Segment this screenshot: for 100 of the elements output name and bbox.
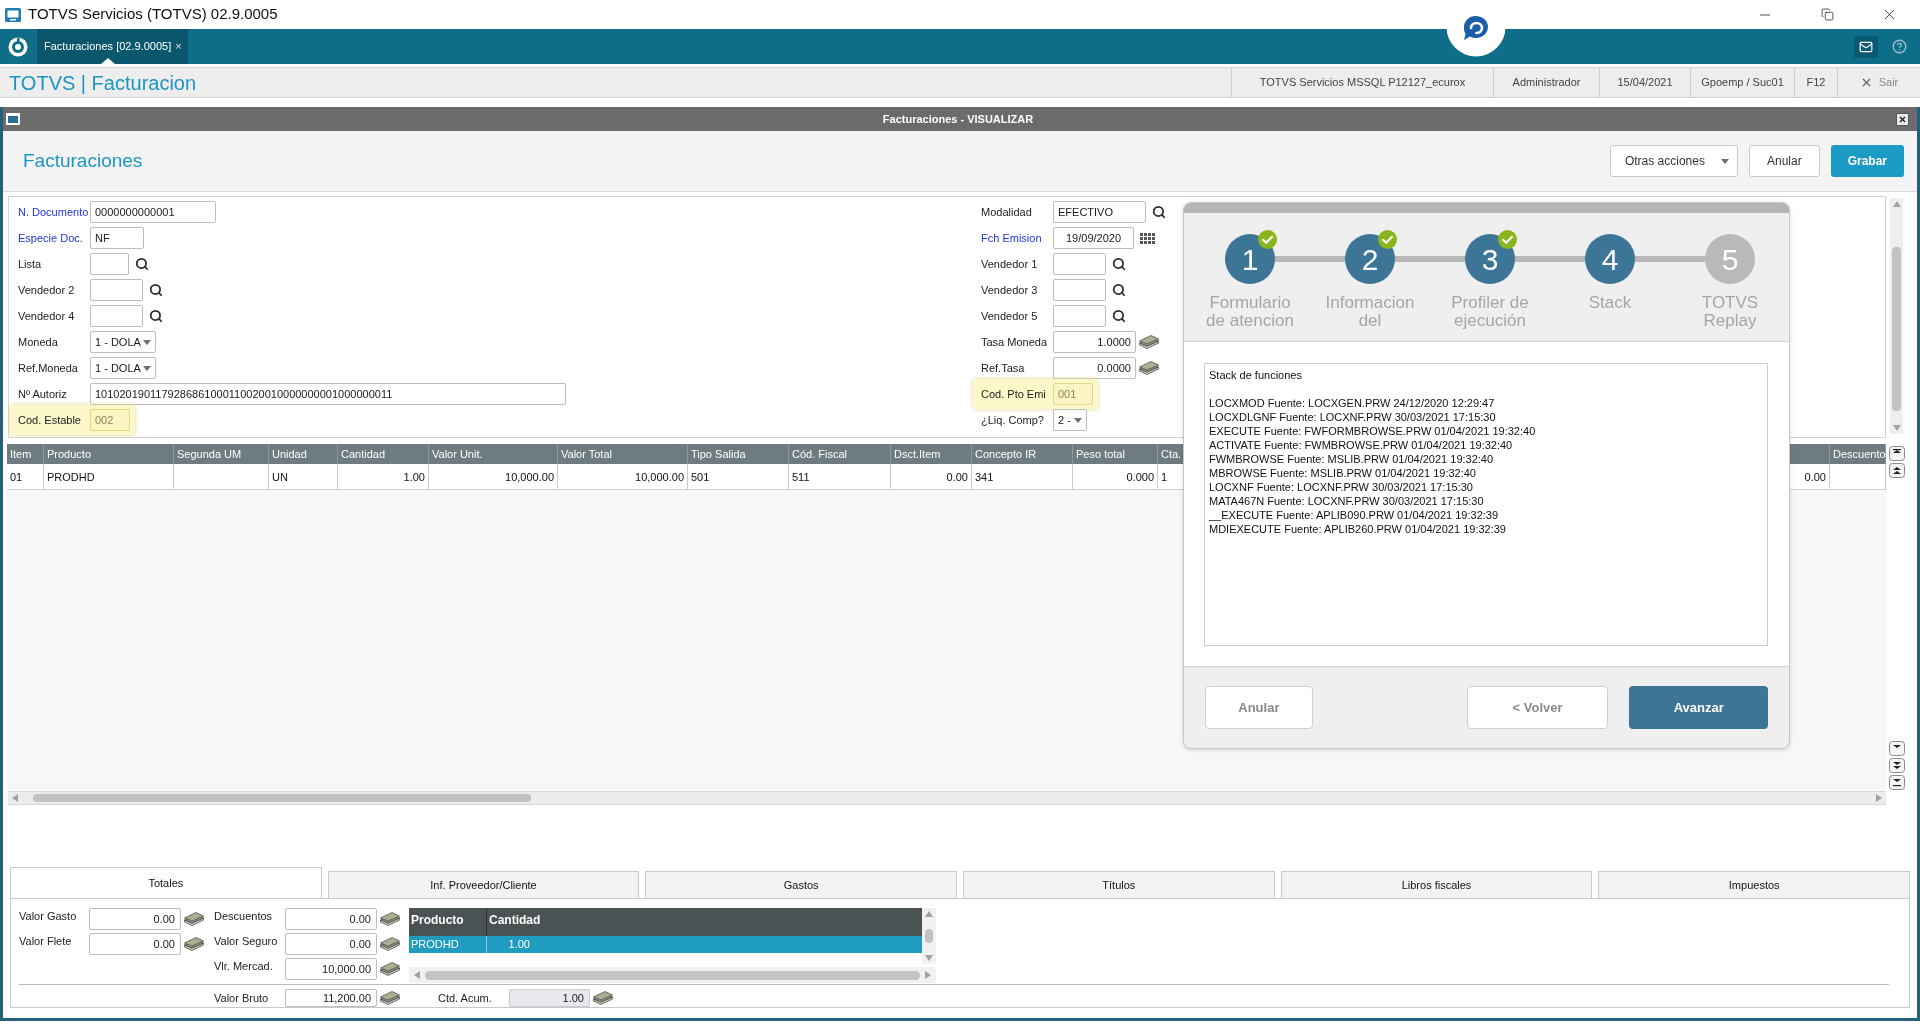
search-icon[interactable] — [135, 257, 149, 271]
tab[interactable]: Libros fiscales — [1280, 871, 1593, 899]
tab[interactable]: Gastos — [645, 871, 957, 899]
tab[interactable]: Totales — [10, 867, 322, 899]
scroll-last-icon[interactable] — [1888, 775, 1905, 790]
input-field[interactable] — [90, 253, 129, 275]
stack-line: MDIEXECUTE Fuente: APLIB260.PRW 01/04/2021 19:32:39 — [1209, 522, 1507, 536]
banknotes-icon[interactable] — [1139, 335, 1159, 349]
scrollbar-thumb[interactable] — [1892, 247, 1901, 411]
tab[interactable]: Títulos — [963, 871, 1275, 899]
stack-line: LOCXNF Fuente: LOCXNF.PRW 30/03/2021 17:15:30 — [1209, 480, 1474, 494]
banknotes-icon[interactable] — [184, 937, 204, 951]
app-tab[interactable]: Facturaciones [02.9.0005] × — [37, 29, 188, 64]
banknotes-icon[interactable] — [593, 991, 613, 1005]
scroll-down-icon[interactable] — [1888, 741, 1905, 756]
input-field[interactable] — [1053, 279, 1106, 301]
tab-close-button[interactable]: × — [175, 38, 182, 55]
vertical-scrollbar[interactable] — [922, 908, 936, 964]
next-button[interactable]: Avanzar — [1629, 686, 1768, 729]
field-label: Valor Flete — [19, 934, 73, 949]
table-cell-text: 1.00 — [403, 469, 425, 485]
banknotes-icon[interactable] — [184, 912, 204, 926]
amount-field[interactable]: 0.00 — [89, 933, 181, 955]
column-header: Unidad — [272, 446, 307, 462]
step-connector — [1275, 256, 1345, 262]
stack-line: FWMBROWSE Fuente: MSLIB.PRW 01/04/2021 19:32:40 — [1209, 452, 1495, 466]
table-cell-text: 0.000 — [1126, 469, 1154, 485]
table-cell-text: 511 — [792, 469, 810, 485]
page-down-icon[interactable] — [1888, 758, 1905, 773]
header-info: TOTVS Servicios MSSQL P12127_ecurox — [1259, 75, 1466, 91]
amount-field[interactable]: 0.00 — [285, 933, 377, 955]
column-header: Cta. — [1161, 446, 1182, 462]
table-cell-text: 1 — [1161, 469, 1168, 485]
caret-icon — [1720, 158, 1729, 164]
stack-line: __EXECUTE Fuente: APLIB090.PRW 01/04/2021 19:32:39 — [1209, 508, 1500, 522]
input-field[interactable] — [1053, 253, 1106, 275]
stack-line: ACTIVATE Fuente: FWMBROWSE.PRW 01/04/2021 19:32:40 — [1209, 438, 1514, 452]
input-field[interactable]: EFECTIVO — [1053, 201, 1146, 223]
page-up-icon[interactable] — [1888, 463, 1905, 478]
header-info: Administrador — [1512, 75, 1581, 91]
caret-icon — [1074, 417, 1082, 423]
close-icon[interactable] — [1896, 112, 1909, 126]
cancel-button[interactable]: Anular — [1748, 145, 1820, 177]
field-label: Cod. Pto Emi — [981, 386, 1047, 402]
calendar-icon[interactable] — [1140, 232, 1155, 244]
scrollbar-thumb[interactable] — [425, 970, 920, 980]
tab[interactable]: Impuestos — [1598, 871, 1911, 899]
input-field[interactable]: 1010201901179286861000110020010000000001000000011 — [90, 383, 566, 405]
logo-icon[interactable] — [8, 36, 28, 57]
input-field[interactable]: 0000000000001 — [90, 201, 216, 223]
input-field[interactable]: 002 — [90, 409, 130, 431]
horizontal-scrollbar[interactable] — [8, 791, 1886, 805]
banknotes-icon[interactable] — [380, 912, 400, 926]
menu-button[interactable]: Otras acciones — [1609, 145, 1738, 177]
banknotes-icon[interactable] — [380, 937, 400, 951]
amount-field[interactable]: 0.00 — [89, 908, 181, 930]
banknotes-icon[interactable] — [1139, 361, 1159, 375]
input-field[interactable]: NF — [90, 227, 144, 249]
search-icon[interactable] — [149, 309, 163, 323]
vertical-scrollbar[interactable] — [1890, 198, 1903, 434]
step-label: Stack — [1587, 294, 1633, 314]
input-field[interactable] — [1053, 305, 1106, 327]
help-icon[interactable] — [1892, 39, 1907, 54]
banknotes-icon[interactable] — [380, 991, 400, 1005]
horizontal-scrollbar[interactable] — [409, 967, 936, 983]
restore-icon[interactable] — [1820, 8, 1834, 21]
stack-memo-field[interactable] — [1204, 363, 1768, 646]
table-cell-text: 341 — [975, 469, 994, 485]
tab[interactable]: Inf. Proveedor/Cliente — [327, 871, 640, 899]
wizard-button[interactable]: < Volver — [1466, 686, 1609, 729]
search-icon[interactable] — [1112, 283, 1126, 297]
scrollbar-thumb[interactable] — [925, 929, 933, 943]
search-icon[interactable] — [1112, 257, 1126, 271]
field-label: Vendedor 4 — [18, 308, 76, 324]
amount-field[interactable]: 10,000.00 — [285, 958, 377, 980]
table-cell-text: 501 — [691, 469, 710, 485]
scroll-first-icon[interactable] — [1888, 446, 1905, 461]
tab-pointer-icon — [101, 58, 115, 64]
date-field[interactable]: 19/09/2020 — [1053, 227, 1134, 249]
field-label: Moneda — [18, 334, 59, 350]
input-field[interactable] — [90, 279, 143, 301]
input-field[interactable] — [90, 305, 143, 327]
banknotes-icon[interactable] — [380, 962, 400, 976]
amount-field[interactable]: 0.00 — [285, 908, 377, 930]
search-icon[interactable] — [1152, 205, 1166, 219]
step-label: Profiler de ejecución — [1450, 294, 1530, 330]
field-label: Vendedor 2 — [18, 282, 76, 298]
field-label: Nº Autoriz — [18, 386, 68, 402]
search-icon[interactable] — [1112, 309, 1126, 323]
field-label: Vendedor 5 — [981, 308, 1039, 324]
scrollbar-thumb[interactable] — [33, 794, 531, 802]
search-icon[interactable] — [149, 283, 163, 297]
amount-field[interactable]: 1.0000 — [1053, 331, 1136, 353]
column-header: Peso total — [1076, 446, 1125, 462]
amount-field[interactable]: 11,200.00 — [285, 989, 377, 1007]
amount-field[interactable]: 0.0000 — [1053, 357, 1136, 379]
mail-icon[interactable] — [1859, 39, 1873, 54]
dropdown-field[interactable]: 2 - — [1053, 409, 1087, 431]
dropdown-field[interactable]: 1 - DOLA — [90, 331, 156, 353]
dropdown-field[interactable]: 1 - DOLA — [90, 357, 156, 379]
